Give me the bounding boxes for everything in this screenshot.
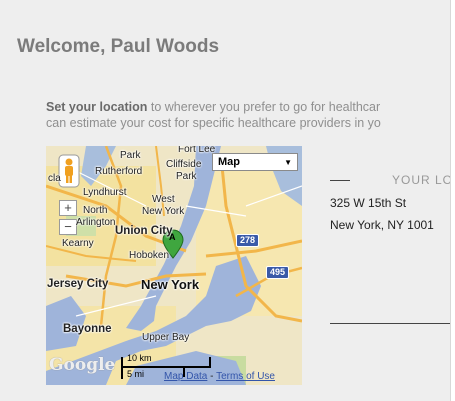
highway-shield-495: 495 [266,266,290,279]
map-label-north: North [83,205,108,216]
map-label-arlington: Arlington [76,217,116,228]
map-label-kearny: Kearny [62,238,94,249]
map-label-west-new-york: New York [142,206,185,217]
scale-mi-label: 5 mi [127,369,145,379]
page-title: Welcome, Paul Woods [17,36,220,57]
map-label-cliffside: Cliffside [166,159,202,170]
map-attribution: Map Data - Terms of Use [164,371,275,382]
zoom-out-button[interactable]: − [59,219,77,235]
map-label-bayonne: Bayonne [63,323,112,335]
map-label-jersey-city: Jersey City [47,278,109,290]
map-label-cla: cla [48,173,61,184]
location-divider [330,323,450,324]
street-view-pegman-icon[interactable] [58,154,80,188]
intro-line1: to wherever you prefer to go for healthc… [147,100,381,114]
google-logo: Google [49,355,116,375]
zoom-in-button[interactable]: + [59,200,77,216]
terms-of-use-link[interactable]: Terms of Use [216,371,275,382]
map-type-select[interactable]: Map ▼ [212,153,298,171]
map-label-hoboken: Hoboken [129,250,170,261]
highway-shield-278: 278 [236,234,260,247]
location-heading: YOUR LO [392,173,451,187]
intro-bold: Set your location [46,100,148,114]
map-label-west: West [152,194,175,205]
map-label-rutherford: Rutherford [95,166,143,177]
address-line1: 325 W 15th St [330,196,407,210]
map-label-fort-lee: Fort Lee [178,146,216,155]
location-heading-dash [330,180,350,181]
intro-line2: can estimate your cost for specific heal… [46,116,381,130]
map-label-lyndhurst: Lyndhurst [83,187,127,198]
dropdown-arrow-icon: ▼ [284,157,292,167]
map-label-park: Park [120,150,141,161]
zoom-control: + − [59,200,77,238]
map-type-label: Map [218,156,240,168]
map-label-union-city: Union City [115,225,173,237]
map-marker-label: A [169,232,176,242]
map-label-upper-bay: Upper Bay [142,332,190,343]
map-label-new-york: New York [141,277,200,292]
intro-text: Set your location to wherever you prefer… [46,99,381,131]
map-data-link[interactable]: Map Data [164,371,207,382]
map-tiles [46,146,302,385]
map-label-park2: Park [176,171,197,182]
address-line2: New York, NY 1001 [330,218,434,232]
page: Welcome, Paul Woods Set your location to… [0,0,451,401]
scale-km-label: 10 km [127,353,152,363]
location-map[interactable]: + − Map ▼ Fort Lee Park Cliffside Park R… [46,146,302,385]
